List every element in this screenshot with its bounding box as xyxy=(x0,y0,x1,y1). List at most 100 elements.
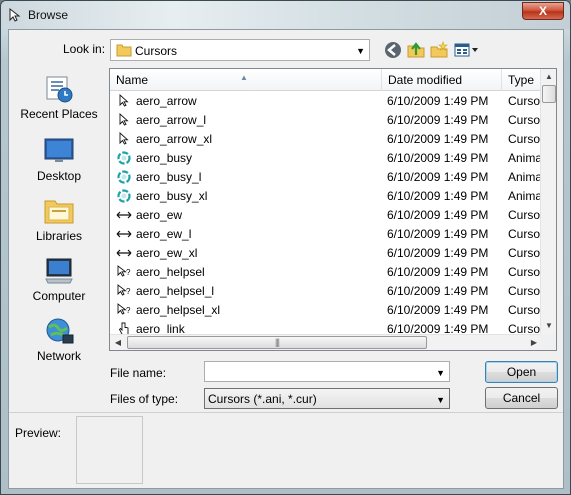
table-row[interactable]: aero_busy_l 6/10/2009 1:49 PM Anima xyxy=(110,167,542,186)
vertical-scroll-thumb[interactable] xyxy=(542,85,556,103)
type-cell: Cursor xyxy=(508,303,542,317)
table-row[interactable]: aero_arrow_l 6/10/2009 1:49 PM Cursor xyxy=(110,110,542,129)
place-label: Computer xyxy=(32,289,86,303)
look-in-combo[interactable]: Cursors ▼ xyxy=(110,39,370,61)
file-name-cell: aero_ew_xl xyxy=(136,246,198,260)
date-modified-cell: 6/10/2009 1:49 PM xyxy=(387,265,489,279)
look-in-label: Look in: xyxy=(63,42,106,56)
table-row[interactable]: aero_ew_l 6/10/2009 1:49 PM Cursor xyxy=(110,224,542,243)
window-title: Browse xyxy=(28,8,69,22)
table-row[interactable]: aero_ew_xl 6/10/2009 1:49 PM Cursor xyxy=(110,243,542,262)
date-modified-cell: 6/10/2009 1:49 PM xyxy=(387,303,489,317)
back-icon[interactable] xyxy=(383,40,403,60)
type-cell: Cursor xyxy=(508,132,542,146)
browse-cursor-icon xyxy=(9,7,21,22)
horizontal-scroll-thumb[interactable]: ||| xyxy=(127,336,427,349)
computer-icon xyxy=(45,258,73,284)
type-cell: Cursor xyxy=(508,265,542,279)
chevron-down-icon: ▼ xyxy=(436,395,445,405)
column-header-type[interactable]: Type xyxy=(502,69,542,91)
arrow-cursor-icon xyxy=(116,112,132,128)
horizontal-scrollbar[interactable]: ◀ ||| ▶ xyxy=(110,334,556,350)
desktop-icon xyxy=(44,138,74,162)
type-cell: Cursor xyxy=(508,284,542,298)
divider xyxy=(9,412,563,413)
svg-text:?: ? xyxy=(126,268,131,277)
up-folder-icon[interactable] xyxy=(406,40,426,60)
file-name-cell: aero_arrow xyxy=(136,94,197,108)
recent-places-icon xyxy=(46,76,73,103)
type-cell: Anima xyxy=(508,151,542,165)
file-name-cell: aero_busy_xl xyxy=(136,189,208,203)
files-of-type-label: Files of type: xyxy=(110,392,179,406)
table-row[interactable]: aero_busy 6/10/2009 1:49 PM Anima xyxy=(110,148,542,167)
table-row[interactable]: ? aero_helpsel 6/10/2009 1:49 PM Cursor xyxy=(110,262,542,281)
arrow-cursor-icon xyxy=(116,131,132,147)
title-bar[interactable]: Browse X xyxy=(1,1,570,29)
date-modified-cell: 6/10/2009 1:49 PM xyxy=(387,208,489,222)
type-cell: Cursor xyxy=(508,208,542,222)
file-name-cell: aero_ew_l xyxy=(136,227,192,241)
date-modified-cell: 6/10/2009 1:49 PM xyxy=(387,94,489,108)
table-row[interactable]: aero_ew 6/10/2009 1:49 PM Cursor xyxy=(110,205,542,224)
vertical-scrollbar[interactable]: ▲ ▼ xyxy=(540,69,556,334)
type-cell: Cursor xyxy=(508,246,542,260)
file-name-cell: aero_arrow_l xyxy=(136,113,207,127)
date-modified-cell: 6/10/2009 1:49 PM xyxy=(387,284,489,298)
table-row[interactable]: aero_busy_xl 6/10/2009 1:49 PM Anima xyxy=(110,186,542,205)
file-name-cell: aero_arrow_xl xyxy=(136,132,213,146)
sort-ascending-icon: ▲ xyxy=(240,73,248,82)
place-libraries[interactable]: Libraries xyxy=(9,196,109,243)
table-row[interactable]: aero_arrow 6/10/2009 1:49 PM Cursor xyxy=(110,91,542,110)
dialog-body: Look in: Cursors ▼ Recent Places Desktop… xyxy=(8,29,564,489)
file-list[interactable]: ▲ Name Date modified Type aero_arrow 6/10… xyxy=(109,68,557,351)
folder-icon xyxy=(116,44,132,57)
date-modified-cell: 6/10/2009 1:49 PM xyxy=(387,151,489,165)
date-modified-cell: 6/10/2009 1:49 PM xyxy=(387,170,489,184)
scroll-down-icon[interactable]: ▼ xyxy=(541,318,556,334)
file-name-cell: aero_ew xyxy=(136,208,183,222)
help-cursor-icon: ? xyxy=(116,264,132,280)
table-row[interactable]: ? aero_helpsel_l 6/10/2009 1:49 PM Cursor xyxy=(110,281,542,300)
help-cursor-icon: ? xyxy=(116,283,132,299)
files-of-type-value: Cursors (*.ani, *.cur) xyxy=(208,392,317,406)
place-label: Network xyxy=(36,349,81,363)
type-cell: Cursor xyxy=(508,94,542,108)
type-cell: Anima xyxy=(508,189,542,203)
scroll-left-icon[interactable]: ◀ xyxy=(110,335,126,350)
date-modified-cell: 6/10/2009 1:49 PM xyxy=(387,113,489,127)
cancel-button[interactable]: Cancel xyxy=(485,387,558,409)
svg-text:?: ? xyxy=(126,306,131,315)
column-header-name[interactable]: ▲ Name xyxy=(110,69,382,91)
scrollbar-corner xyxy=(540,334,556,350)
arrow-cursor-icon xyxy=(116,93,132,109)
view-menu-icon[interactable] xyxy=(453,40,481,60)
place-recent-places[interactable]: Recent Places xyxy=(9,74,109,121)
file-name-cell: aero_helpsel xyxy=(136,265,205,279)
table-row[interactable]: ? aero_helpsel_xl 6/10/2009 1:49 PM Cursor xyxy=(110,300,542,319)
libraries-icon xyxy=(44,200,74,224)
chevron-down-icon[interactable]: ▼ xyxy=(436,368,445,378)
busy-cursor-icon xyxy=(116,150,132,166)
scroll-up-icon[interactable]: ▲ xyxy=(541,69,556,85)
files-of-type-select[interactable]: Cursors (*.ani, *.cur) ▼ xyxy=(204,388,450,409)
close-button[interactable]: X xyxy=(522,2,564,20)
place-desktop[interactable]: Desktop xyxy=(9,136,109,183)
resize-ew-cursor-icon xyxy=(116,207,132,223)
open-button[interactable]: Open xyxy=(485,361,558,383)
date-modified-cell: 6/10/2009 1:49 PM xyxy=(387,189,489,203)
file-name-cell: aero_busy xyxy=(136,151,193,165)
file-name-field[interactable]: ▼ xyxy=(204,361,450,382)
browse-dialog: Browse X Look in: Cursors ▼ Recent Place… xyxy=(0,0,571,495)
look-in-value: Cursors xyxy=(135,44,178,58)
column-header-date-modified[interactable]: Date modified xyxy=(382,69,502,91)
place-computer[interactable]: Computer xyxy=(9,256,109,303)
help-cursor-icon: ? xyxy=(116,302,132,318)
table-row[interactable]: aero_arrow_xl 6/10/2009 1:49 PM Cursor xyxy=(110,129,542,148)
place-label: Libraries xyxy=(35,229,83,243)
new-folder-icon[interactable] xyxy=(429,40,449,60)
place-network[interactable]: Network xyxy=(9,316,109,363)
svg-text:?: ? xyxy=(126,287,131,296)
date-modified-cell: 6/10/2009 1:49 PM xyxy=(387,246,489,260)
preview-label: Preview: xyxy=(15,426,62,440)
